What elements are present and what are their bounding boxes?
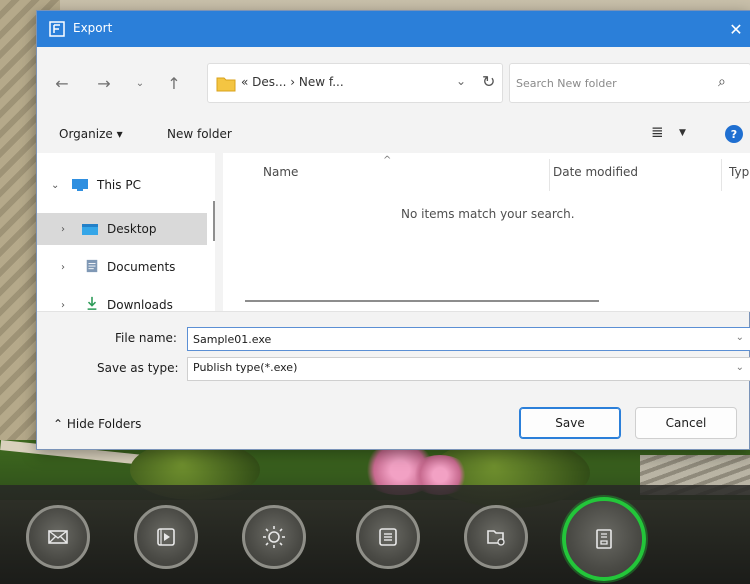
folder-icon [216, 77, 236, 92]
dialog-title: Export [73, 21, 113, 35]
download-icon [87, 296, 97, 310]
chevron-right-icon[interactable]: › [61, 300, 65, 311]
close-button[interactable]: ✕ [721, 11, 750, 47]
recent-locations-button[interactable]: ⌄ [129, 72, 151, 94]
search-icon[interactable]: ⌕ [718, 74, 726, 90]
chevron-right-icon[interactable]: › [61, 262, 65, 273]
folder-settings-icon [487, 530, 505, 546]
sidebar-item-label: Desktop [107, 222, 157, 236]
hide-folders-button[interactable]: ⌃ Hide Folders [53, 417, 141, 431]
dialog-footer: ⌃ Hide Folders Save Cancel [37, 397, 750, 451]
view-options-dropdown[interactable]: ▼ [679, 128, 686, 138]
video-icon [157, 528, 175, 546]
list-icon [379, 528, 397, 546]
chevron-down-icon: ⌄ [135, 77, 145, 89]
chevron-down-icon: ⌄ [456, 74, 467, 88]
back-button[interactable]: ← [51, 72, 73, 94]
sidebar-item-this-pc[interactable]: ⌄ This PC [37, 169, 207, 201]
column-divider[interactable] [549, 159, 550, 191]
column-header-type[interactable]: Typ [729, 165, 749, 179]
sidebar-item-downloads[interactable]: › Downloads [37, 289, 207, 321]
address-dropdown-button[interactable]: ⌄ [456, 74, 466, 88]
arrow-left-icon: ← [55, 73, 69, 93]
save-as-type-value: Publish type(*.exe) [193, 361, 298, 374]
document-icon [86, 259, 98, 273]
close-icon: ✕ [729, 19, 743, 39]
view-options-button[interactable]: ≣ [651, 123, 664, 141]
sidebar-item-label: Documents [107, 260, 176, 274]
cancel-button[interactable]: Cancel [635, 407, 737, 439]
hide-folders-label: Hide Folders [66, 417, 142, 431]
column-header-name[interactable]: Name [263, 165, 298, 179]
dialog-titlebar: Export ✕ [37, 11, 750, 47]
empty-state-message: No items match your search. [401, 207, 575, 221]
list-button[interactable] [356, 505, 420, 569]
horizontal-scrollbar[interactable] [245, 300, 599, 302]
navigation-bar: ← → ⌄ ↑ « Des... › New f... ⌄ ↻ ⌕ [37, 47, 750, 117]
search-box: ⌕ [509, 63, 750, 103]
sidebar-item-label: This PC [97, 178, 141, 192]
address-breadcrumb: « Des... › New f... [241, 75, 344, 89]
save-as-type-select[interactable]: Publish type(*.exe) ⌄ [187, 357, 750, 381]
save-button[interactable]: Save [519, 407, 621, 439]
desktop-folder-icon [82, 224, 98, 235]
sidebar-scrollbar[interactable] [213, 201, 215, 241]
arrow-right-icon: → [97, 73, 111, 93]
folder-settings-button[interactable] [464, 505, 528, 569]
sidebar-item-label: Downloads [107, 298, 173, 312]
sort-ascending-icon: ^ [383, 155, 392, 166]
export-dialog: Export ✕ ← → ⌄ ↑ « Des... › New f... ⌄ ↻… [36, 10, 750, 450]
column-header-date-modified[interactable]: Date modified [553, 165, 638, 179]
caret-down-icon: ▼ [679, 128, 686, 138]
lighting-button[interactable] [242, 505, 306, 569]
sidebar-item-desktop[interactable]: › Desktop [37, 213, 207, 245]
video-button[interactable] [134, 505, 198, 569]
sidebar-item-documents[interactable]: › Documents [37, 251, 207, 283]
column-divider[interactable] [721, 159, 722, 191]
arrow-up-icon: ↑ [167, 73, 181, 93]
up-button[interactable]: ↑ [163, 72, 185, 94]
organize-menu[interactable]: Organize ▾ [59, 127, 123, 141]
mail-button[interactable] [26, 505, 90, 569]
bottom-toolbar [0, 485, 750, 584]
chevron-up-icon: ⌃ [53, 417, 64, 431]
navigation-pane: ⌄ This PC › Desktop › Documents › Downlo… [37, 153, 215, 312]
refresh-button[interactable]: ↻ [482, 72, 495, 91]
refresh-icon: ↻ [482, 72, 496, 91]
divider [37, 311, 750, 312]
computer-icon [72, 179, 88, 191]
chevron-down-icon[interactable]: ⌄ [51, 180, 59, 191]
file-name-label: File name: [115, 331, 177, 345]
chevron-right-icon[interactable]: › [61, 224, 65, 235]
search-input[interactable] [516, 72, 706, 94]
file-list: Name ^ Date modified Typ No items match … [223, 153, 750, 311]
file-name-input[interactable] [193, 331, 713, 347]
address-bar[interactable]: « Des... › New f... ⌄ ↻ [207, 63, 503, 103]
save-as-type-label: Save as type: [97, 361, 179, 375]
new-folder-button[interactable]: New folder [167, 127, 232, 141]
sun-icon [263, 526, 285, 548]
list-view-icon: ≣ [651, 123, 664, 141]
file-name-field: ⌄ [187, 327, 750, 351]
chevron-down-icon[interactable]: ⌄ [736, 332, 744, 343]
export-button[interactable] [562, 497, 646, 581]
app-icon [49, 21, 65, 37]
mail-icon [48, 530, 68, 544]
chevron-down-icon: ⌄ [735, 362, 744, 373]
export-file-icon [596, 529, 612, 549]
help-button[interactable]: ? [725, 125, 743, 143]
forward-button[interactable]: → [93, 72, 115, 94]
command-bar: Organize ▾ New folder ≣ ▼ ? [37, 117, 750, 153]
